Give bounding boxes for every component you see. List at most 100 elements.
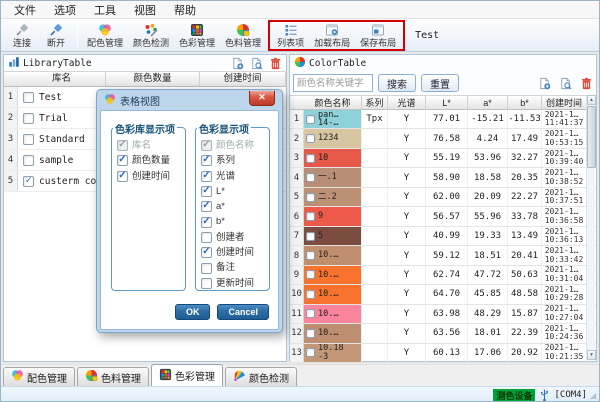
color-row[interactable]: 2 1234 Y 76.58 4.24 17.49 2021-1… 10:53:15 — [290, 129, 596, 149]
preview-library-icon[interactable] — [250, 57, 263, 70]
checkbox[interactable] — [117, 170, 128, 182]
dialog-titlebar[interactable]: 表格视图 ✕ — [100, 90, 279, 110]
color-row[interactable]: 6 9 Y 56.57 55.96 33.78 2021-1… 10:36:58 — [290, 207, 596, 227]
checkbox[interactable] — [201, 201, 212, 213]
checkbox[interactable] — [306, 289, 315, 299]
checkbox[interactable] — [306, 114, 315, 124]
color-row[interactable]: 10 10.… Y 64.70 45.85 48.58 2021-1… 10:29:28 — [290, 285, 596, 305]
scroll-up-icon[interactable]: ▲ — [587, 95, 596, 105]
toolbar-button-pigment[interactable]: 色料管理 — [220, 22, 266, 49]
color-column-header-5[interactable]: a* — [468, 95, 508, 110]
toolbar-button-layout-save[interactable]: 保存布局 — [355, 22, 401, 49]
checkbox[interactable] — [201, 155, 212, 167]
checkbox[interactable] — [23, 175, 34, 187]
toolbar-button-label: 列表项 — [277, 37, 305, 48]
color-column-header-2[interactable]: 系列 — [362, 95, 388, 110]
usb-icon — [540, 388, 549, 402]
scrollbar-thumb[interactable] — [587, 106, 596, 168]
resize-grip-icon[interactable]: ◢ — [590, 392, 598, 400]
color-column-header-4[interactable]: L* — [426, 95, 468, 110]
color-name-search-input[interactable] — [293, 74, 373, 92]
delete-library-icon[interactable] — [269, 57, 282, 70]
created-time-cell: 2021-1… 10:21:35 — [542, 343, 587, 363]
toolbar-button-layout-load[interactable]: 加载布局 — [309, 22, 355, 49]
checkbox[interactable] — [23, 133, 34, 145]
add-color-icon[interactable] — [538, 77, 551, 90]
color-row[interactable]: 4 一.1 Y 58.90 18.58 20.35 2021-1… 10:38:52 — [290, 168, 596, 188]
checkbox[interactable] — [117, 155, 128, 167]
menu-item-5[interactable]: 帮助 — [165, 1, 205, 19]
dialog-group-title: 色彩库显示项 — [113, 121, 177, 136]
checkbox[interactable] — [201, 262, 212, 274]
checkbox[interactable] — [306, 173, 315, 183]
toolbar-connection-group: 连接 断开 — [5, 22, 73, 49]
color-column-header-7[interactable]: 创建时间 — [542, 95, 587, 110]
color-row[interactable]: 1 pan… 14-… Tpx Y 77.01 -15.21 -11.53 2021-1… 11:… — [290, 110, 596, 130]
color-row[interactable]: 9 10.… Y 62.74 47.72 50.63 2021-1… 10:31:04 — [290, 265, 596, 286]
menu-item-4[interactable]: 视图 — [125, 1, 165, 19]
checkbox[interactable] — [201, 216, 212, 228]
checkbox[interactable] — [306, 348, 315, 358]
toolbar-button-list[interactable]: 列表项 — [272, 22, 309, 49]
checkbox[interactable] — [201, 247, 212, 259]
color-row[interactable]: 7 5 Y 40.99 19.33 13.49 2021-1… 10:36:13 — [290, 226, 596, 247]
b-value-cell: 32.27 — [508, 148, 542, 168]
checkbox[interactable] — [306, 212, 315, 222]
checkbox[interactable] — [23, 154, 34, 166]
vertical-scrollbar[interactable]: ▲ ▼ — [586, 95, 596, 360]
color-row[interactable]: 8 10.… Y 59.12 18.51 20.41 2021-1… 10:33:42 — [290, 246, 596, 266]
add-library-icon[interactable] — [231, 57, 244, 70]
l-value-cell: 63.98 — [426, 304, 468, 324]
checkbox[interactable] — [23, 91, 34, 103]
checkbox[interactable] — [201, 231, 212, 243]
checkbox[interactable] — [201, 170, 212, 182]
color-column-header-3[interactable]: 光谱 — [388, 95, 426, 110]
delete-color-icon[interactable] — [580, 77, 593, 90]
checkbox[interactable] — [306, 328, 315, 338]
checkbox[interactable] — [306, 231, 315, 241]
library-column-header-3[interactable]: 创建时间 — [200, 72, 286, 86]
bottom-tab-1[interactable]: 配色管理 — [3, 367, 75, 386]
checkbox[interactable] — [306, 270, 315, 280]
checkbox[interactable] — [23, 112, 34, 124]
checkbox[interactable] — [306, 309, 315, 319]
scroll-down-icon[interactable]: ▼ — [587, 350, 596, 360]
toolbar-button-plug-blue[interactable]: 断开 — [39, 22, 73, 49]
b-value-cell: 15.87 — [508, 304, 542, 324]
preview-color-icon[interactable] — [559, 77, 572, 90]
library-column-header-2[interactable]: 颜色数量 — [106, 72, 200, 86]
checkbox[interactable] — [306, 251, 315, 261]
bottom-tab-2[interactable]: 色料管理 — [77, 367, 149, 386]
checkbox[interactable] — [306, 134, 315, 144]
color-row[interactable]: 13 10.18 -3 Y 60.13 17.06 20.92 2021-1… 10:21:35 — [290, 343, 596, 364]
reset-button[interactable]: 重置 — [421, 74, 459, 92]
menu-item-2[interactable]: 选项 — [45, 1, 85, 19]
b-value-cell: 20.41 — [508, 246, 542, 265]
color-column-header-1[interactable]: 颜色名称 — [304, 95, 362, 110]
checkbox[interactable] — [306, 153, 315, 163]
color-row[interactable]: 3 10 Y 55.19 53.96 32.27 2021-1… 10:39:40 — [290, 148, 596, 169]
toolbar-button-plug-gray[interactable]: 连接 — [5, 22, 39, 49]
library-column-header-1[interactable]: 库名 — [18, 72, 106, 86]
menu-item-1[interactable]: 文件 — [5, 1, 45, 19]
color-table-panel: ColorTable 搜索 重置 颜色名称系列光谱L*a*b*创建时间 1 pan… — [289, 54, 597, 364]
b-value-cell: -11.53 — [508, 110, 542, 129]
ok-button[interactable]: OK — [174, 304, 211, 320]
color-column-header-6[interactable]: b* — [508, 95, 542, 110]
checkbox[interactable] — [306, 192, 315, 202]
color-row[interactable]: 11 10.… Y 63.98 48.29 15.87 2021-1… 10:27:04 — [290, 304, 596, 325]
toolbar-button-color-grid[interactable]: 色彩管理 — [174, 22, 220, 49]
toolbar-button-color-detect[interactable]: 颜色检测 — [128, 22, 174, 49]
checkbox[interactable] — [201, 186, 212, 198]
b-value-cell: 20.35 — [508, 168, 542, 187]
cancel-button[interactable]: Cancel — [217, 304, 269, 320]
color-row[interactable]: 12 10.… Y 63.56 18.01 22.39 2021-1… 10:24:36 — [290, 324, 596, 344]
bottom-tab-4[interactable]: 颜色检测 — [225, 367, 297, 386]
search-button[interactable]: 搜索 — [378, 74, 416, 92]
bottom-tab-3[interactable]: 色彩管理 — [151, 364, 223, 386]
color-row[interactable]: 5 二.2 Y 62.00 20.09 22.27 2021-1… 10:37:51 — [290, 187, 596, 208]
menu-item-3[interactable]: 工具 — [85, 1, 125, 19]
dialog-close-icon[interactable]: ✕ — [249, 90, 275, 106]
toolbar-button-color-wheel[interactable]: 配色管理 — [82, 22, 128, 49]
checkbox[interactable] — [201, 277, 212, 289]
